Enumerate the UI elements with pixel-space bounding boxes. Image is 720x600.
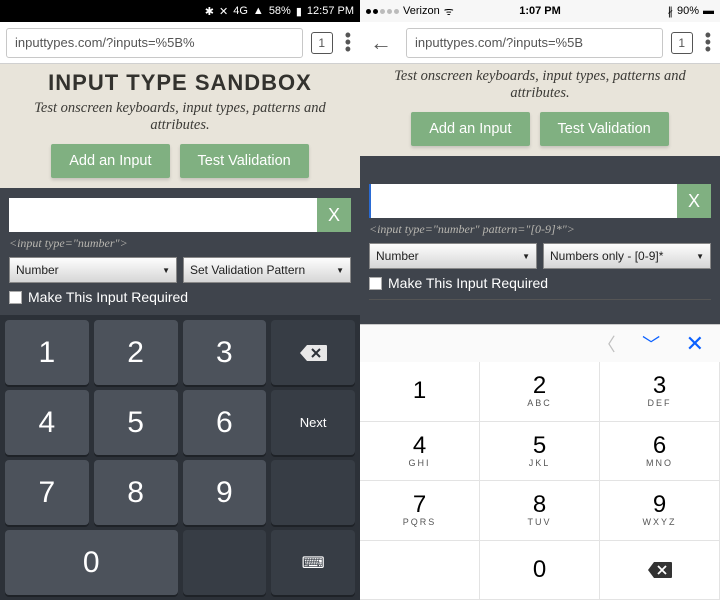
required-checkbox[interactable] — [369, 277, 382, 290]
pattern-select[interactable]: Numbers only - [0-9]*▼ — [543, 243, 711, 269]
test-validation-button[interactable]: Test Validation — [540, 112, 669, 146]
chevron-down-icon: ▼ — [162, 266, 170, 275]
key-2[interactable]: 2 — [94, 320, 178, 385]
page-header: INPUT TYPE SANDBOX Test onscreen keyboar… — [0, 64, 360, 188]
android-keyboard: 1 2 3 4 5 6 Next 7 8 9 0 ⌨ — [0, 315, 360, 600]
input-panel: X <input type="number"> Number▼ Set Vali… — [0, 188, 360, 315]
number-input[interactable] — [369, 184, 677, 218]
code-hint: <input type="number" pattern="[0-9]*"> — [369, 222, 711, 237]
key-5[interactable]: 5 — [94, 390, 178, 455]
key-7[interactable]: 7PQRS — [360, 481, 480, 541]
key-2[interactable]: 2ABC — [480, 362, 600, 422]
key-1[interactable]: 1 — [5, 320, 89, 385]
battery-text: 58% — [269, 5, 291, 17]
network-icon: 4G — [233, 5, 248, 17]
key-blank2[interactable] — [183, 530, 267, 595]
clear-input-button[interactable]: X — [317, 198, 351, 232]
required-label: Make This Input Required — [28, 289, 188, 305]
key-8[interactable]: 8 — [94, 460, 178, 525]
back-button[interactable]: ← — [364, 30, 398, 56]
chevron-down-icon: ▼ — [522, 252, 530, 261]
page-subtitle: Test onscreen keyboards, input types, pa… — [10, 100, 350, 134]
ios-browser-bar: ← inputtypes.com/?inputs=%5B 1 ••• — [360, 22, 720, 64]
signal-dots-icon — [366, 9, 399, 14]
wifi-icon: ᯤ — [444, 4, 454, 19]
url-input[interactable]: inputtypes.com/?inputs=%5B — [406, 28, 663, 58]
key-hide-keyboard[interactable]: ⌨ — [271, 530, 355, 595]
key-backspace[interactable] — [271, 320, 355, 385]
key-9[interactable]: 9WXYZ — [600, 481, 720, 541]
url-input[interactable]: inputtypes.com/?inputs=%5B% — [6, 28, 303, 58]
chevron-down-icon: ▼ — [696, 252, 704, 261]
key-8[interactable]: 8TUV — [480, 481, 600, 541]
divider — [369, 299, 711, 300]
battery-icon: ▮ — [296, 5, 302, 18]
ios-keyboard-accessory: 〈 〉 ✕ — [360, 324, 720, 362]
clock: 12:57 PM — [307, 5, 354, 17]
add-input-button[interactable]: Add an Input — [51, 144, 169, 178]
next-field-button[interactable]: 〉 — [638, 335, 664, 353]
backspace-icon — [298, 343, 328, 363]
key-4[interactable]: 4 — [5, 390, 89, 455]
key-0[interactable]: 0 — [5, 530, 178, 595]
chevron-down-icon: ▼ — [336, 266, 344, 275]
bluetooth-icon: ∦ — [667, 5, 673, 18]
overflow-menu-icon[interactable]: ••• — [341, 32, 354, 54]
key-blank — [360, 541, 480, 600]
key-7[interactable]: 7 — [5, 460, 89, 525]
input-panel: X <input type="number" pattern="[0-9]*">… — [360, 156, 720, 306]
key-9[interactable]: 9 — [183, 460, 267, 525]
vibrate-icon: ✕ — [219, 5, 228, 18]
key-backspace[interactable] — [600, 541, 720, 600]
key-3[interactable]: 3 — [183, 320, 267, 385]
overflow-menu-icon[interactable]: ••• — [701, 32, 714, 54]
clear-input-button[interactable]: X — [677, 184, 711, 218]
ios-device: Verizon ᯤ 1:07 PM ∦ 90% ▬ ← inputtypes.c… — [360, 0, 720, 600]
key-4[interactable]: 4GHI — [360, 422, 480, 482]
signal-icon: ▲ — [253, 5, 264, 17]
key-6[interactable]: 6MNO — [600, 422, 720, 482]
key-next[interactable]: Next — [271, 390, 355, 455]
battery-icon: ▬ — [703, 5, 714, 17]
code-hint: <input type="number"> — [9, 236, 351, 251]
keyboard-icon: ⌨ — [302, 553, 325, 573]
ios-status-bar: Verizon ᯤ 1:07 PM ∦ 90% ▬ — [360, 0, 720, 22]
ios-keyboard: 1 2ABC 3DEF 4GHI 5JKL 6MNO 7PQRS 8TUV 9W… — [360, 362, 720, 600]
key-6[interactable]: 6 — [183, 390, 267, 455]
clock: 1:07 PM — [519, 5, 561, 17]
backspace-icon — [647, 561, 673, 579]
pattern-select[interactable]: Set Validation Pattern▼ — [183, 257, 351, 283]
type-select[interactable]: Number▼ — [369, 243, 537, 269]
key-5[interactable]: 5JKL — [480, 422, 600, 482]
key-1[interactable]: 1 — [360, 362, 480, 422]
page-subtitle: Test onscreen keyboards, input types, pa… — [370, 68, 710, 102]
key-blank1[interactable] — [271, 460, 355, 525]
page-header: Test onscreen keyboards, input types, pa… — [360, 64, 720, 156]
number-input[interactable] — [9, 198, 317, 232]
android-status-bar: ✱ ✕ 4G ▲ 58% ▮ 12:57 PM — [0, 0, 360, 22]
bluetooth-icon: ✱ — [205, 5, 214, 18]
panel-spacer — [360, 306, 720, 324]
prev-field-button[interactable]: 〈 — [598, 331, 616, 357]
battery-text: 90% — [677, 5, 699, 17]
key-3[interactable]: 3DEF — [600, 362, 720, 422]
tab-switcher[interactable]: 1 — [671, 32, 693, 54]
tab-switcher[interactable]: 1 — [311, 32, 333, 54]
done-button[interactable]: ✕ — [686, 331, 704, 357]
android-device: ✱ ✕ 4G ▲ 58% ▮ 12:57 PM inputtypes.com/?… — [0, 0, 360, 600]
key-0[interactable]: 0 — [480, 541, 600, 600]
carrier: Verizon — [403, 5, 440, 17]
type-select[interactable]: Number▼ — [9, 257, 177, 283]
page-title: INPUT TYPE SANDBOX — [10, 70, 350, 96]
required-label: Make This Input Required — [388, 275, 548, 291]
required-checkbox[interactable] — [9, 291, 22, 304]
test-validation-button[interactable]: Test Validation — [180, 144, 309, 178]
add-input-button[interactable]: Add an Input — [411, 112, 529, 146]
android-browser-bar: inputtypes.com/?inputs=%5B% 1 ••• — [0, 22, 360, 64]
